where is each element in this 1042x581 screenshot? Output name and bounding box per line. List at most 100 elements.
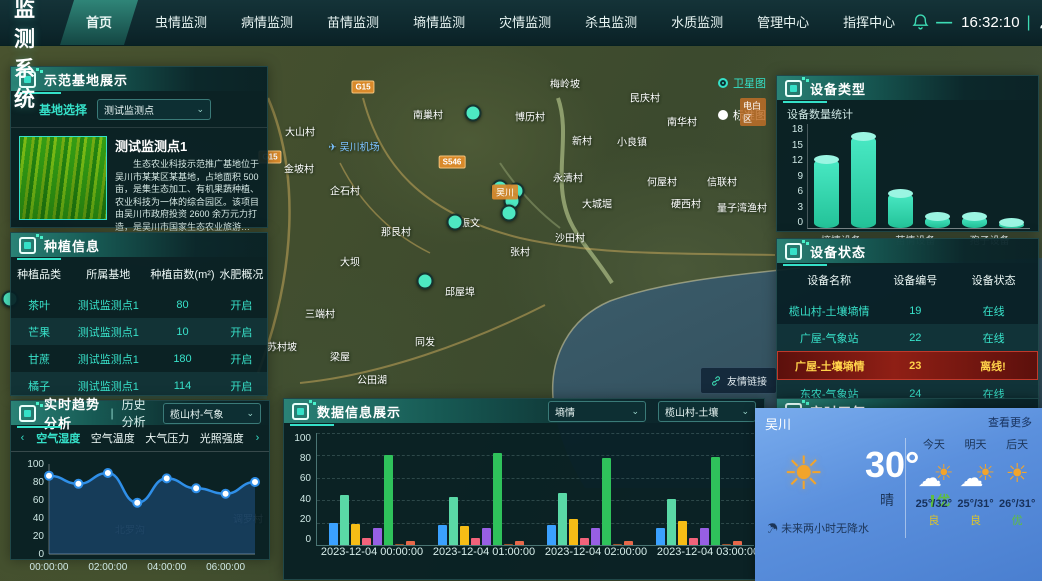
forecast-day: 后天☀26°/31°优 — [996, 436, 1038, 528]
map-place-label: 何屋村 — [647, 174, 677, 189]
road-badge: S546 — [439, 156, 466, 169]
base-select[interactable]: 测试监测点 ⌄ — [97, 99, 211, 120]
air-quality: 良 — [955, 512, 997, 528]
table-row: 茶叶测试监测点180开启 — [11, 291, 267, 318]
map-place-label: 大坝 — [340, 254, 360, 269]
trend-tab[interactable]: 空气湿度 — [32, 430, 85, 446]
map-place-label: 量子湾渔村 — [717, 200, 767, 215]
panel-header: 数据信息展示 墒情 ⌄ 榄山村-土壤 ⌄ — [284, 399, 764, 423]
map-place-label: 大山村 — [285, 124, 315, 139]
friend-link-button[interactable]: 友情链接 — [700, 367, 777, 394]
nav-item[interactable]: 虫情监测 — [138, 0, 224, 45]
precipitation-tip: ☂ 未来两小时无降水 — [767, 520, 869, 536]
data-bar — [504, 544, 513, 545]
collapse-dash-icon[interactable]: — — [936, 14, 952, 32]
weather-more-link[interactable]: 查看更多 — [988, 414, 1032, 430]
map-place-label: 公田湖 — [357, 372, 387, 387]
trend-tab[interactable]: 光照强度 — [196, 430, 249, 446]
data-bar — [395, 544, 404, 545]
data-bar-chart: 100806040200 — [284, 423, 764, 546]
sun-icon: ☀ — [1006, 458, 1029, 488]
map-place-label: 小良镇 — [617, 134, 647, 149]
nav-item[interactable]: 指挥中心 — [826, 0, 912, 45]
rice-field-photo — [19, 136, 107, 220]
data-bar — [624, 541, 633, 545]
map-place-label: 南华村 — [667, 114, 697, 129]
road-badge: G15 — [351, 81, 374, 94]
map-place-label: 金坡村 — [284, 161, 314, 176]
device-count-subtitle: 设备数量统计 — [777, 100, 1038, 124]
nav-item[interactable]: 水质监测 — [654, 0, 740, 45]
data-bar — [591, 528, 600, 545]
trend-tab[interactable]: 空气温度 — [87, 430, 140, 446]
tabs-next-arrow[interactable]: › — [250, 431, 265, 446]
data-bar — [613, 544, 622, 545]
tabs-prev-arrow[interactable]: ‹ — [15, 431, 30, 446]
map-place-label: 信联村 — [707, 174, 737, 189]
map-area-label: 电白区 — [740, 98, 766, 126]
data-station-select[interactable]: 榄山村-土壤 ⌄ — [658, 401, 756, 422]
bar-group — [645, 433, 754, 545]
panel-corner-icon — [19, 405, 36, 422]
data-bar — [493, 453, 502, 545]
table-row: 榄山村-土壤墒情19在线 — [777, 297, 1038, 324]
spot-title: 测试监测点1 — [115, 136, 259, 155]
user-menu[interactable]: wuchuan@test ▼ — [1038, 15, 1042, 30]
data-bar — [547, 525, 556, 545]
map-place-label: 硬西村 — [671, 196, 701, 211]
data-bar — [602, 458, 611, 545]
trend-station-select[interactable]: 榄山村-气象 ⌄ — [163, 403, 261, 424]
data-bar — [722, 544, 731, 545]
nav-item[interactable]: 苗情监测 — [310, 0, 396, 45]
header-right: — 16:32:10 | wuchuan@test ▼ — [912, 14, 1042, 32]
svg-text:60: 60 — [33, 495, 45, 506]
svg-text:02:00:00: 02:00:00 — [88, 562, 127, 573]
panel-trend-analysis: 实时趋势分析 | 历史分析 榄山村-气象 ⌄ ‹空气湿度空气温度大气压力光照强度… — [10, 400, 270, 560]
device-marker[interactable] — [417, 273, 434, 290]
chain-link-icon — [710, 375, 722, 387]
svg-text:100: 100 — [27, 459, 44, 470]
nav-item[interactable]: 灾情监测 — [482, 0, 568, 45]
clock: 16:32:10 — [961, 14, 1019, 31]
chevron-down-icon: ⌄ — [631, 406, 639, 417]
weather-city: 吴川 — [765, 414, 791, 433]
trend-tab[interactable]: 大气压力 — [141, 430, 194, 446]
nav-item[interactable]: 管理中心 — [740, 0, 826, 45]
device-marker[interactable] — [465, 105, 482, 122]
sun-icon: ☀ — [783, 450, 824, 496]
layer-option-satellite[interactable]: 卫星图 — [718, 75, 766, 91]
data-bar — [656, 528, 665, 545]
map-place-label: 博历村 — [515, 109, 545, 124]
table-row-alert: 广屋-土壤墒情23离线! — [777, 351, 1038, 380]
nav-item[interactable]: 墒情监测 — [396, 0, 482, 45]
weather-divider — [905, 438, 906, 538]
history-analysis-link[interactable]: 历史分析 — [122, 396, 155, 430]
map-place-label: 邱屋埠 — [445, 284, 475, 299]
device-marker[interactable] — [501, 205, 518, 222]
map-place-label: 沙田村 — [555, 230, 585, 245]
data-type-select[interactable]: 墒情 ⌄ — [548, 401, 646, 422]
data-bar — [460, 526, 469, 545]
data-bar — [384, 455, 393, 545]
bar-group — [536, 433, 645, 545]
device-marker[interactable] — [447, 214, 464, 231]
nav-item[interactable]: 首页 — [60, 0, 138, 45]
map-place-label: 三端村 — [305, 306, 335, 321]
device-count-bar — [999, 222, 1024, 228]
umbrella-icon: ☂ — [767, 523, 778, 535]
nav-item[interactable]: 杀虫监测 — [568, 0, 654, 45]
chevron-down-icon: ⌄ — [246, 408, 254, 419]
svg-text:04:00:00: 04:00:00 — [147, 562, 186, 573]
data-bar — [580, 538, 589, 545]
cloud-icon: ☁ — [918, 464, 942, 493]
data-bar — [340, 495, 349, 545]
trend-line-chart: 02040608010000:00:0002:00:0004:00:0006:0… — [17, 454, 263, 580]
svg-text:20: 20 — [33, 531, 45, 542]
data-bar — [449, 497, 458, 545]
bell-icon[interactable] — [912, 14, 929, 31]
current-temperature: 30° — [865, 444, 919, 486]
data-bar — [689, 538, 698, 545]
table-header: 种植品类所属基地种植亩数(m²)水肥概况 — [11, 257, 267, 291]
nav-item[interactable]: 病情监测 — [224, 0, 310, 45]
panel-corner-icon — [19, 237, 36, 254]
